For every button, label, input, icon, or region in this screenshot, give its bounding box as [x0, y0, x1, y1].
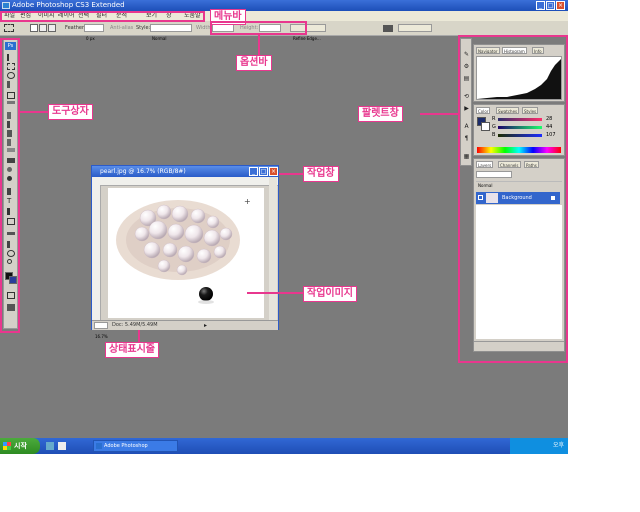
status-bar: 16.7% Doc: 5.49M/5.49M ▸ [92, 320, 278, 339]
marquee-preset-icon[interactable] [4, 24, 14, 32]
doc-minimize-button[interactable]: _ [249, 167, 258, 176]
document-canvas[interactable]: + [108, 188, 264, 318]
palette-connector-line [420, 113, 458, 115]
quicklaunch-ie-icon[interactable] [46, 442, 54, 450]
close-button[interactable]: × [556, 1, 565, 10]
add-selection-icon[interactable] [39, 24, 47, 32]
vertical-ruler [92, 185, 101, 320]
feather-input[interactable]: 0 px [84, 24, 104, 41]
app-title: Adobe Photoshop CS3 Extended [12, 1, 125, 9]
tray-clock[interactable]: 오후 [553, 438, 564, 454]
vertical-scrollbar[interactable] [269, 177, 277, 320]
svg-text:+: + [244, 197, 251, 206]
optionbar-highlight-box [210, 21, 307, 35]
optionbar-callout: 옵션바 [236, 55, 272, 71]
palette-callout: 팔렛트창 [358, 106, 403, 122]
doc-size-info: Doc: 5.49M/5.49M [112, 322, 158, 328]
maximize-icon: □ [547, 2, 554, 9]
refine-edge-label: Refine Edge... [293, 36, 321, 41]
document-title: pearl.jpg @ 16.7% (RGB/8#) [100, 168, 186, 175]
zoom-field[interactable]: 16.7% [94, 322, 108, 339]
statusbar-callout: 상태표시줄 [105, 342, 159, 358]
statusbar-connector-line [138, 330, 140, 342]
image-callout: 작업이미지 [303, 286, 357, 302]
workspace-menu-button[interactable] [398, 24, 432, 32]
photoshop-app-icon [2, 2, 10, 9]
status-menu-arrow-icon[interactable]: ▸ [204, 321, 207, 330]
image-connector-line [247, 292, 303, 294]
taskbar-photoshop-button[interactable]: Adobe Photoshop [93, 440, 178, 452]
new-selection-icon[interactable] [30, 24, 38, 32]
close-icon: × [557, 2, 564, 9]
toolbox-connector-line [20, 111, 48, 113]
document-window[interactable]: pearl.jpg @ 16.7% (RGB/8#) _ □ × + 16.7%… [91, 165, 279, 339]
document-title-bar[interactable]: pearl.jpg @ 16.7% (RGB/8#) _ □ × [92, 166, 278, 177]
antialias-checkbox-label[interactable]: Anti-alias [110, 24, 133, 32]
minimize-button[interactable]: _ [536, 1, 545, 10]
doc-maximize-button[interactable]: □ [259, 167, 268, 176]
zoom-value: 16.7% [95, 334, 108, 339]
photoshop-task-icon [96, 443, 102, 449]
docwindow-callout: 작업창 [303, 166, 339, 182]
pearl-image: + [116, 197, 251, 304]
horizontal-ruler [92, 177, 278, 186]
minimize-icon: _ [252, 168, 255, 175]
system-tray: 오후 [510, 438, 568, 454]
close-icon: × [270, 168, 277, 175]
optionbar-connector-line [258, 35, 260, 55]
windows-logo-icon [3, 442, 11, 450]
maximize-button[interactable]: □ [546, 1, 555, 10]
quicklaunch-desktop-icon[interactable] [58, 442, 66, 450]
style-label: Style: [136, 25, 151, 31]
feather-label: Feather: [65, 25, 86, 31]
feather-value: 0 px [86, 36, 95, 41]
app-title-bar[interactable]: Adobe Photoshop CS3 Extended _ □ × [0, 0, 568, 11]
start-label: 시작 [14, 442, 27, 450]
taskbar-photoshop-label: Adobe Photoshop [104, 443, 148, 449]
windows-taskbar: 시작 Adobe Photoshop 오후 [0, 438, 568, 454]
maximize-icon: □ [260, 168, 267, 175]
menubar-highlight-box [0, 11, 205, 22]
subtract-selection-icon[interactable] [48, 24, 56, 32]
doc-close-button[interactable]: × [269, 167, 278, 176]
workspace-icon[interactable] [383, 25, 393, 32]
style-value: Normal [152, 36, 167, 41]
docwindow-connector-line [279, 173, 303, 175]
style-select[interactable]: Normal [150, 24, 192, 41]
toolbox-highlight-box [0, 38, 20, 333]
toolbox-callout: 도구상자 [48, 104, 93, 120]
start-button[interactable]: 시작 [0, 438, 40, 454]
palette-highlight-box [458, 35, 568, 363]
minimize-icon: _ [539, 2, 542, 9]
